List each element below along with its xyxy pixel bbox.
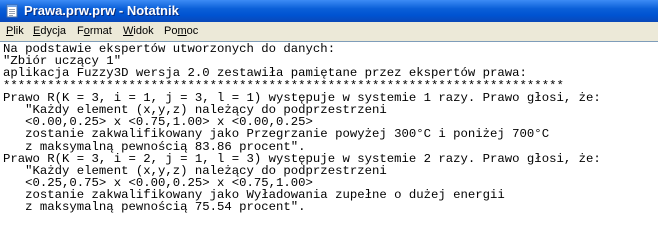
menu-edycja[interactable]: Edycja bbox=[33, 25, 66, 37]
document-text[interactable]: Na podstawie ekspertów utworzonych do da… bbox=[3, 43, 653, 226]
document-line: zostanie zakwalifikowany jako Przegrzani… bbox=[3, 127, 550, 142]
document-line: z maksymalną pewnością 75.54 procent". bbox=[3, 200, 306, 215]
text-editor[interactable]: Na podstawie ekspertów utworzonych do da… bbox=[0, 41, 658, 226]
document-line: aplikacja Fuzzy3D wersja 2.0 zestawiła p… bbox=[3, 66, 527, 81]
menu-pomoc-rest: oc bbox=[186, 25, 199, 37]
menu-widok[interactable]: Widok bbox=[123, 25, 154, 37]
menu-widok-rest: idok bbox=[133, 25, 154, 37]
menu-pomoc-pre: Po bbox=[164, 25, 178, 37]
menu-bar: Plik Edycja Format Widok Pomoc bbox=[0, 22, 658, 42]
menu-pomoc-accel: m bbox=[177, 25, 187, 37]
menu-edycja-rest: dycja bbox=[40, 25, 67, 37]
menu-widok-accel: W bbox=[123, 25, 134, 37]
menu-plik-rest: lik bbox=[13, 25, 24, 37]
document-line: z maksymalną pewnością 83.86 procent". bbox=[3, 139, 306, 154]
notepad-window: Prawa.prw.prw - Notatnik Plik Edycja For… bbox=[0, 0, 658, 226]
menu-pomoc[interactable]: Pomoc bbox=[164, 25, 198, 37]
title-bar[interactable]: Prawa.prw.prw - Notatnik bbox=[0, 0, 658, 22]
menu-format[interactable]: Format bbox=[77, 25, 112, 37]
notepad-icon bbox=[6, 4, 18, 18]
menu-format-pre: F bbox=[77, 25, 84, 37]
window-title: Prawa.prw.prw - Notatnik bbox=[24, 3, 179, 18]
menu-format-rest: rmat bbox=[89, 25, 112, 37]
document-line: ****************************************… bbox=[3, 78, 564, 93]
menu-plik[interactable]: Plik bbox=[6, 25, 24, 37]
